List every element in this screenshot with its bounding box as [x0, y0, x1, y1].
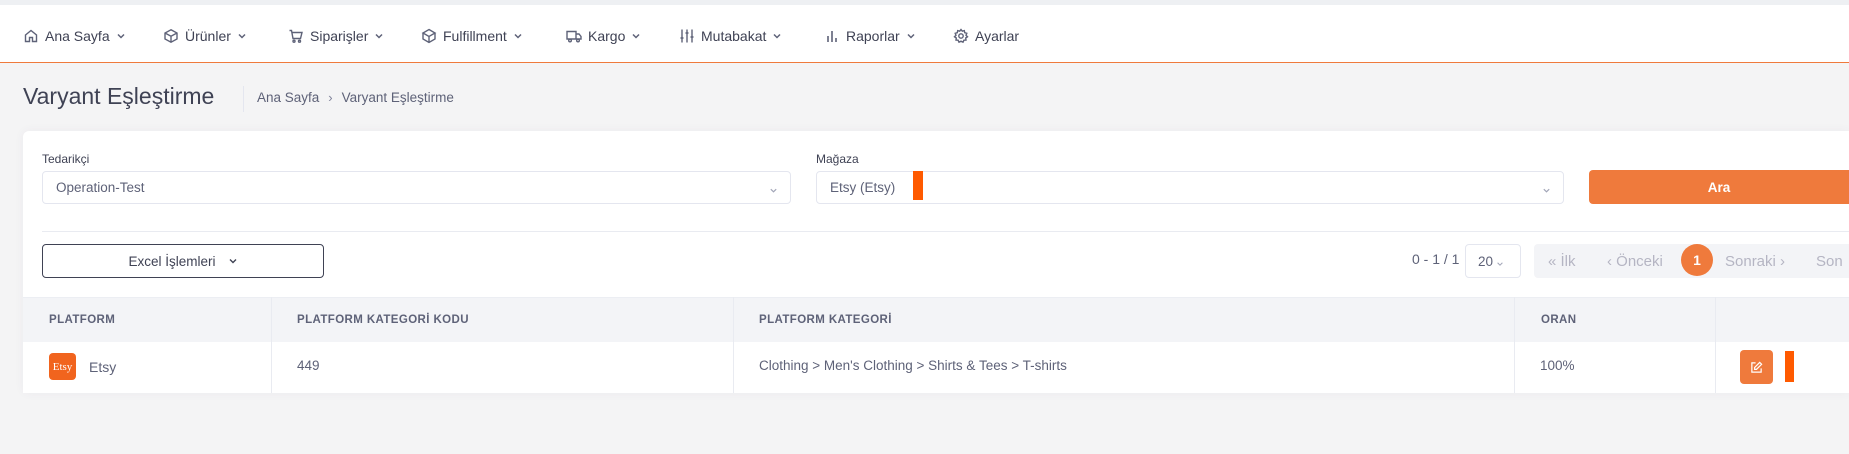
page-size-value: 20: [1478, 254, 1494, 269]
chevron-down-icon: [632, 33, 640, 39]
table-header: PLATFORM PLATFORM KATEGORİ KODU PLATFORM…: [23, 297, 1849, 344]
excel-actions-button[interactable]: Excel İşlemleri: [42, 244, 324, 278]
pagination-prev[interactable]: ‹ Önceki: [1607, 253, 1663, 270]
edit-button[interactable]: [1740, 350, 1773, 384]
supplier-select[interactable]: Operation-Test: [42, 171, 791, 204]
nav-label: Ayarlar: [975, 28, 1020, 44]
nav-item-raporlar[interactable]: Raporlar: [824, 26, 916, 46]
nav-label: Raporlar: [846, 28, 900, 44]
chevron-down-icon: [773, 33, 781, 39]
gear-icon: [953, 28, 969, 44]
chevron-down-icon: [514, 33, 522, 39]
cell-category: Clothing > Men's Clothing > Shirts & Tee…: [759, 358, 1067, 373]
cell-ratio: 100%: [1540, 358, 1575, 373]
chevron-down-icon: [907, 33, 915, 39]
column-header-ratio[interactable]: ORAN: [1541, 314, 1576, 326]
nav-item-mutabakat[interactable]: Mutabakat: [679, 26, 782, 46]
chevron-down-icon: [770, 188, 777, 193]
nav-label: Siparişler: [310, 28, 369, 44]
box-icon: [164, 29, 178, 43]
cell-platform: Etsy: [89, 359, 117, 375]
breadcrumb-separator-icon: ›: [328, 90, 333, 105]
nav-label: Fulfillment: [443, 28, 507, 44]
filter-divider: [42, 231, 1849, 232]
column-header-category-code[interactable]: PLATFORM KATEGORİ KODU: [297, 314, 469, 326]
bar-chart-icon: [827, 31, 837, 42]
column-header-category[interactable]: PLATFORM KATEGORİ: [759, 314, 892, 326]
breadcrumb-home-link[interactable]: Ana Sayfa: [257, 90, 319, 105]
nav-item-fulfillment[interactable]: Fulfillment: [421, 26, 523, 46]
chevron-down-icon: [229, 259, 237, 264]
nav-label: Ürünler: [185, 28, 231, 44]
etsy-logo-icon: Etsy: [49, 353, 76, 380]
chevron-down-icon: [1497, 262, 1503, 266]
store-marker: [913, 171, 923, 200]
column-header-platform[interactable]: PLATFORM: [49, 314, 115, 326]
result-range: 0 - 1 / 1: [1412, 251, 1460, 267]
column-divider: [1715, 297, 1716, 393]
sliders-icon: [680, 29, 694, 43]
row-marker: [1785, 351, 1794, 382]
pagination-first[interactable]: « İlk: [1548, 253, 1576, 270]
home-icon: [24, 29, 38, 43]
nav-label: Ana Sayfa: [45, 28, 110, 44]
breadcrumb: Ana Sayfa › Varyant Eşleştirme: [257, 90, 454, 105]
column-divider: [1514, 297, 1515, 393]
pagination-current-page[interactable]: 1: [1681, 244, 1713, 276]
store-value: Etsy (Etsy): [830, 180, 896, 195]
nav-item-kargo[interactable]: Kargo: [566, 26, 641, 46]
column-divider: [733, 297, 734, 393]
column-divider: [271, 297, 272, 393]
chevron-down-icon: [117, 33, 125, 39]
nav-label: Mutabakat: [701, 28, 767, 44]
cube-icon: [421, 28, 437, 44]
nav-item-ana-sayfa[interactable]: Ana Sayfa: [23, 26, 126, 46]
page-size-select[interactable]: 20: [1465, 244, 1521, 278]
nav-item-urunler[interactable]: Ürünler: [163, 26, 247, 46]
cell-category-code: 449: [297, 358, 320, 373]
pagination-next[interactable]: Sonraki ›: [1725, 253, 1785, 270]
chevron-down-icon: [238, 33, 246, 39]
store-label: Mağaza: [816, 152, 859, 166]
nav-label: Kargo: [588, 28, 626, 44]
cart-icon: [289, 29, 303, 43]
search-button[interactable]: Ara: [1589, 170, 1849, 204]
breadcrumb-current: Varyant Eşleştirme: [341, 90, 454, 105]
edit-icon: [1751, 361, 1763, 373]
page-title: Varyant Eşleştirme: [23, 83, 215, 109]
nav-item-siparisler[interactable]: Siparişler: [288, 26, 384, 46]
pagination-last[interactable]: Son: [1816, 253, 1843, 270]
excel-actions-label: Excel İşlemleri: [128, 253, 216, 269]
supplier-label: Tedarikçi: [42, 152, 90, 166]
nav-item-ayarlar[interactable]: Ayarlar: [953, 26, 1019, 46]
chevron-down-icon: [375, 33, 383, 39]
store-select[interactable]: Etsy (Etsy): [816, 171, 1564, 204]
supplier-value: Operation-Test: [56, 180, 145, 195]
chevron-down-icon: [1543, 188, 1550, 193]
top-navbar: Ana Sayfa Ürünler Siparişler Fulfillment…: [0, 5, 1849, 63]
truck-icon: [566, 30, 582, 43]
title-divider: [243, 86, 244, 112]
